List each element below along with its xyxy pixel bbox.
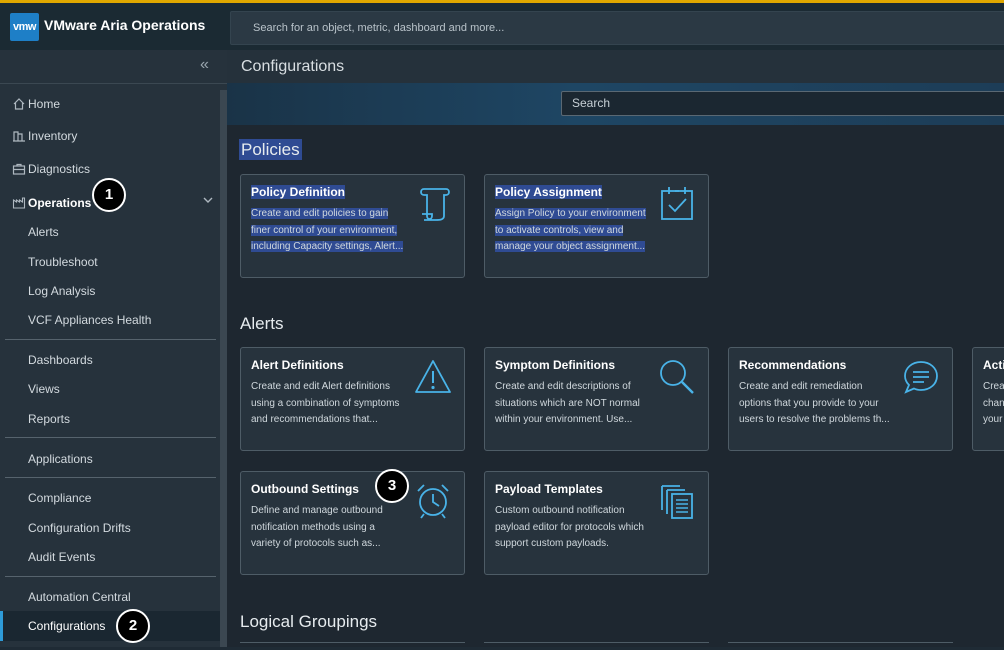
card-policy-definition[interactable]: Policy Definition Create and edit polici… <box>240 174 465 278</box>
sidebar-item-label: Configuration Drifts <box>28 521 131 535</box>
divider <box>5 477 216 478</box>
card-actions-partial[interactable]: Acti Crea chan your <box>972 347 1004 451</box>
card-description: Custom outbound notification payload edi… <box>495 505 644 549</box>
divider <box>0 83 227 84</box>
sidebar-item-label: Alerts <box>28 225 59 239</box>
card-title: Policy Assignment <box>495 185 602 199</box>
step-badge-2: 2 <box>116 609 150 643</box>
sidebar-item-label: Log Analysis <box>28 284 96 298</box>
search-band: Search <box>227 83 1004 125</box>
chat-bubble-icon <box>904 361 938 394</box>
section-title-policies: Policies <box>239 139 302 160</box>
alarm-clock-icon <box>417 484 449 519</box>
card-partial <box>728 642 953 650</box>
sidebar-item-label: Dashboards <box>28 353 93 367</box>
step-badge-1: 1 <box>92 178 126 212</box>
sidebar-item-label: Configurations <box>28 619 106 633</box>
operations-icon <box>12 197 26 209</box>
card-outbound-settings[interactable]: Outbound Settings Define and manage outb… <box>240 471 465 575</box>
main-content: Configurations Search Policies Policy De… <box>227 50 1004 647</box>
chevron-down-icon[interactable] <box>202 194 214 206</box>
divider <box>5 576 216 577</box>
card-description: Assign Policy to your environment to act… <box>495 208 646 252</box>
card-policy-assignment[interactable]: Policy Assignment Assign Policy to your … <box>484 174 709 278</box>
sidebar-item-label: Inventory <box>28 129 78 143</box>
search-input[interactable]: Search <box>561 91 1004 116</box>
card-description: Crea chan your <box>983 381 1004 425</box>
card-description: Create and edit descriptions of situatio… <box>495 381 640 425</box>
sidebar-item-label: Reports <box>28 412 71 426</box>
calendar-check-icon <box>661 187 693 220</box>
documents-icon <box>661 485 693 519</box>
divider <box>5 339 216 340</box>
global-search-input[interactable]: Search for an object, metric, dashboard … <box>230 11 1004 45</box>
sidebar-item-label: Compliance <box>28 491 92 505</box>
card-title: Policy Definition <box>251 185 346 199</box>
section-title-alerts: Alerts <box>240 314 284 333</box>
card-title: Symptom Definitions <box>495 358 616 372</box>
sidebar-item-label: Operations <box>28 196 92 210</box>
sidebar-item-label: Diagnostics <box>28 162 91 176</box>
scroll-icon <box>420 188 450 221</box>
home-icon <box>13 98 25 110</box>
card-title: Alert Definitions <box>251 358 344 372</box>
section-title-logical-groupings: Logical Groupings <box>240 612 378 631</box>
page-title: Configurations <box>241 58 345 75</box>
card-description: Create and edit policies to gain finer c… <box>251 208 404 252</box>
card-title: Payload Templates <box>495 482 603 496</box>
card-description: Create and edit Alert definitions using … <box>251 381 400 425</box>
card-partial <box>484 642 709 650</box>
magnifier-icon <box>660 360 694 394</box>
card-symptom-definitions[interactable]: Symptom Definitions Create and edit desc… <box>484 347 709 451</box>
sidebar-item-label: Applications <box>28 452 93 466</box>
sidebar-item-label: Troubleshoot <box>28 255 98 269</box>
card-description: Create and edit remediation options that… <box>739 381 890 425</box>
card-description: Define and manage outbound notification … <box>251 505 383 549</box>
sidebar-item-label: Home <box>28 97 61 111</box>
sidebar: « Home Inventory Diagnostics Operations … <box>0 50 227 647</box>
app-title[interactable]: VMware Aria Operations <box>44 17 205 33</box>
page-header: Configurations <box>227 50 1004 83</box>
double-chevron-left-icon[interactable]: « <box>200 56 209 74</box>
sidebar-item-label: VCF Appliances Health <box>28 313 152 327</box>
vmw-logo[interactable]: vmw <box>10 13 39 41</box>
diagnostics-icon <box>12 163 26 175</box>
card-recommendations[interactable]: Recommendations Create and edit remediat… <box>728 347 953 451</box>
warning-triangle-icon <box>415 360 451 393</box>
card-alert-definitions[interactable]: Alert Definitions Create and edit Alert … <box>240 347 465 451</box>
inventory-icon <box>13 131 25 142</box>
sidebar-item-label: Automation Central <box>28 590 131 604</box>
card-title: Recommendations <box>739 358 847 372</box>
sidebar-item-label: Views <box>28 382 60 396</box>
card-title: Acti <box>983 358 1004 372</box>
card-payload-templates[interactable]: Payload Templates Custom outbound notifi… <box>484 471 709 575</box>
top-bar: vmw VMware Aria Operations Search for an… <box>0 0 1004 50</box>
step-badge-3: 3 <box>375 469 409 503</box>
sidebar-item-label: Audit Events <box>28 550 96 564</box>
card-partial <box>240 642 465 650</box>
card-title: Outbound Settings <box>251 482 359 496</box>
sidebar-scrollbar[interactable] <box>220 90 227 647</box>
divider <box>5 437 216 438</box>
